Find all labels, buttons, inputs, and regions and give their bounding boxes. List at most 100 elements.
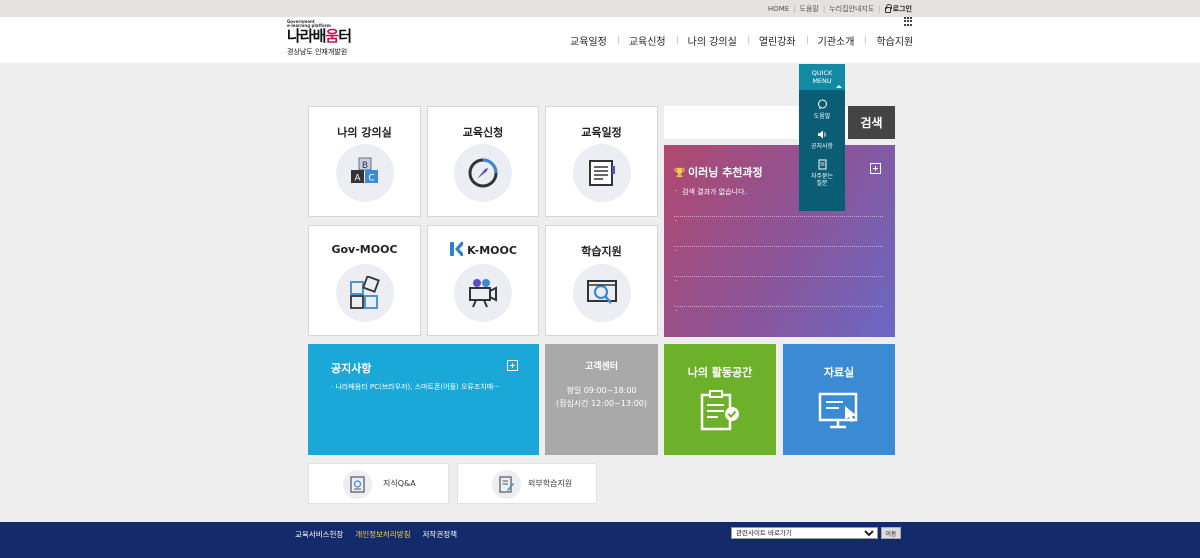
help-link[interactable]: 도움말 — [800, 4, 819, 14]
edit-document-icon — [492, 470, 521, 499]
divider: | — [793, 5, 796, 13]
quick-notice-label: 공지사항 — [810, 143, 834, 150]
customer-center-title: 고객센터 — [584, 362, 619, 372]
logo-text-part: 나라배 — [287, 27, 326, 45]
tile-title: 학습지원 — [581, 245, 622, 258]
site-header: Government e-learning platform 나라배움터 경상남… — [0, 17, 1200, 63]
related-sites-select[interactable]: 관련사이트 바로가기 — [731, 527, 878, 539]
tile-gov-mooc[interactable]: Gov-MOOC — [308, 225, 421, 336]
quick-help-button[interactable]: 도움말 — [799, 99, 845, 120]
top-utility-bar: HOME | 도움말 | 누리집안내지도 | 로그인 — [0, 0, 1200, 17]
blocks-icon — [335, 264, 394, 322]
recommend-panel: 이러닝 추천과정 검색 결과가 없습니다. — [664, 145, 895, 337]
tile-k-mooc[interactable]: K-MOOC — [427, 225, 539, 336]
tile-label: 지식Q&A — [383, 479, 416, 488]
footer-links: 교육서비스헌장 개인정보처리방침 저작권정책 — [295, 529, 457, 540]
org-name: 경상남도 인재개발원 — [287, 48, 348, 56]
login-link[interactable]: 로그인 — [884, 4, 912, 14]
trophy-icon — [674, 167, 685, 177]
tile-my-classroom[interactable]: 나의 강의실 B A C — [308, 106, 421, 217]
list-item[interactable] — [674, 307, 883, 337]
login-label: 로그인 — [892, 5, 912, 13]
tile-knowledge-qa[interactable]: 지식Q&A — [308, 463, 449, 504]
tile-title: 나의 강의실 — [337, 126, 392, 139]
quick-help-label: 도움말 — [813, 113, 831, 120]
lock-icon — [884, 4, 892, 13]
nav-item-about[interactable]: 기관소개 — [806, 33, 866, 48]
divider: | — [878, 5, 881, 13]
tile-apply[interactable]: 교육신청 — [427, 106, 539, 217]
quick-menu: QUICK MENU 도움말 공지사항 자주묻는 질문 — [799, 64, 845, 211]
customer-center-lunch: (점심시간 12:00~13:00) — [555, 399, 648, 408]
quick-menu-header[interactable]: QUICK MENU — [799, 64, 845, 90]
list-item[interactable] — [674, 247, 883, 277]
quick-faq-label: 질문 — [816, 180, 828, 187]
svg-text:A: A — [354, 174, 361, 184]
notice-more-button[interactable] — [507, 360, 518, 371]
footer-link-privacy-policy[interactable]: 개인정보처리방침 — [355, 529, 410, 540]
magnifier-screen-icon — [572, 264, 631, 322]
tile-label: 외부학습지원 — [528, 479, 573, 488]
notice-panel: 공지사항 · 나라배움터 PC(브라우저), 스마트폰(어플) 오류조치매··· — [308, 344, 539, 455]
nav-item-apply[interactable]: 교육신청 — [617, 33, 677, 48]
speech-bubble-icon — [817, 99, 827, 110]
video-camera-icon — [454, 264, 512, 322]
tile-title: 나의 활동공간 — [687, 366, 753, 379]
k-mooc-title: K-MOOC — [467, 244, 517, 257]
site-logo[interactable]: Government e-learning platform 나라배움터 경상남… — [287, 20, 367, 60]
compass-icon — [454, 144, 512, 202]
divider: | — [822, 5, 826, 13]
tile-title: 자료실 — [823, 366, 855, 379]
logo-text-part: 움 — [325, 27, 339, 45]
search-button[interactable]: 검색 — [848, 106, 895, 139]
site-footer: 교육서비스헌장 개인정보처리방침 저작권정책 관련사이트 바로가기 이동 — [0, 522, 1200, 558]
quick-faq-label: 자주묻는 — [810, 173, 834, 180]
recommend-more-button[interactable] — [870, 163, 881, 174]
tile-title: Gov-MOOC — [331, 243, 398, 256]
svg-text:B: B — [361, 161, 367, 171]
main-nav: 교육일정 교육신청 나의 강의실 열린강좌 기관소개 학습지원 — [559, 33, 924, 48]
tile-library[interactable]: 자료실 — [783, 344, 895, 455]
customer-center-panel: 고객센터 평일 09:00~18:00 (점심시간 12:00~13:00) — [545, 344, 658, 455]
faq-document-icon — [818, 159, 826, 170]
nav-item-open-lectures[interactable]: 열린강좌 — [747, 33, 807, 48]
k-mooc-logo-icon — [450, 242, 464, 256]
recommend-title: 이러닝 추천과정 — [674, 164, 763, 180]
tile-schedule[interactable]: 교육일정 — [545, 106, 658, 217]
abc-blocks-icon: B A C — [335, 144, 394, 202]
tile-my-space[interactable]: 나의 활동공간 — [664, 344, 776, 455]
logo-text-part: 터 — [338, 27, 352, 45]
list-item[interactable]: 검색 결과가 없습니다. — [674, 187, 883, 217]
quick-menu-title: MENU — [812, 77, 832, 85]
list-item[interactable] — [674, 277, 883, 307]
clipboard-check-icon — [700, 390, 739, 431]
quick-faq-button[interactable]: 자주묻는 질문 — [799, 159, 845, 187]
quick-notice-button[interactable]: 공지사항 — [799, 129, 845, 150]
tile-support[interactable]: 학습지원 — [545, 225, 658, 336]
nav-item-schedule[interactable]: 교육일정 — [559, 33, 618, 48]
document-icon — [572, 144, 631, 202]
customer-center-hours: 평일 09:00~18:00 — [566, 386, 637, 395]
tile-title: 교육일정 — [581, 126, 622, 139]
tile-external-learning[interactable]: 외부학습지원 — [457, 463, 597, 504]
list-item[interactable] — [674, 217, 883, 247]
related-sites-go-button[interactable]: 이동 — [881, 527, 901, 539]
footer-link-copyright-policy[interactable]: 저작권정책 — [423, 529, 458, 540]
speaker-icon — [817, 130, 826, 139]
notice-title: 공지사항 — [331, 362, 372, 375]
nav-item-my-classroom[interactable]: 나의 강의실 — [676, 33, 748, 48]
quick-menu-title: QUICK — [811, 69, 833, 77]
utility-links: HOME | 도움말 | 누리집안내지도 | 로그인 — [768, 4, 912, 14]
tile-title: 교육신청 — [462, 126, 504, 139]
notice-item-text: 나라배움터 PC(브라우저), 스마트폰(어플) 오류조치매··· — [335, 383, 500, 391]
footer-link-service-charter[interactable]: 교육서비스헌장 — [295, 529, 343, 540]
svg-text:C: C — [368, 174, 374, 184]
notice-item[interactable]: · 나라배움터 PC(브라우저), 스마트폰(어플) 오류조치매··· — [331, 382, 500, 392]
monitor-cursor-icon — [818, 392, 858, 429]
nav-item-support[interactable]: 학습지원 — [865, 33, 924, 48]
home-link[interactable]: HOME — [768, 5, 789, 13]
qa-document-icon — [343, 470, 372, 499]
all-menu-icon[interactable] — [904, 17, 913, 26]
tile-title: K-MOOC — [428, 242, 538, 257]
sitemap-link[interactable]: 누리집안내지도 — [829, 4, 874, 14]
